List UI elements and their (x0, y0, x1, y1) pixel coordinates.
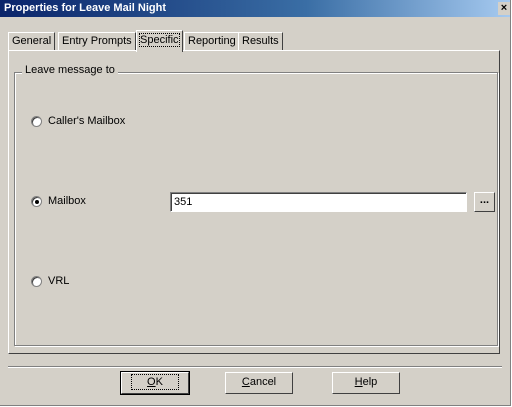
ok-button[interactable]: OK (120, 371, 190, 395)
ok-rest: K (155, 376, 163, 388)
properties-dialog: Properties for Leave Mail Night × Genera… (0, 0, 511, 406)
tab-general-label: General (12, 35, 52, 47)
close-button[interactable]: × (498, 2, 510, 15)
callers-mailbox-radio[interactable] (31, 115, 42, 127)
tab-specific-label: Specific (139, 33, 180, 47)
mailbox-option[interactable]: Mailbox (31, 193, 86, 209)
ok-button-label: OK (131, 374, 179, 390)
tab-reporting-label: Reporting (188, 35, 236, 47)
tab-results[interactable]: Results (238, 32, 283, 50)
leave-message-group-label: Leave message to (22, 64, 118, 76)
callers-mailbox-option[interactable]: Caller's Mailbox (31, 113, 125, 129)
callers-mailbox-label: Caller's Mailbox (48, 115, 126, 127)
cancel-button[interactable]: Cancel (225, 372, 293, 394)
help-button[interactable]: Help (332, 372, 400, 394)
mailbox-number-input[interactable] (170, 192, 467, 212)
vrl-radio[interactable] (31, 275, 42, 287)
cancel-mnemonic: C (241, 376, 250, 388)
tab-results-label: Results (242, 35, 279, 47)
help-rest: elp (362, 376, 378, 388)
tab-specific[interactable]: Specific (136, 30, 183, 52)
mailbox-radio[interactable] (31, 195, 42, 207)
window-title: Properties for Leave Mail Night (4, 2, 166, 14)
cancel-rest: ancel (249, 376, 277, 388)
browse-mailbox-button[interactable]: ... (474, 192, 495, 212)
vrl-label: VRL (48, 275, 70, 287)
mailbox-label: Mailbox (48, 195, 86, 207)
tab-entry-prompts-label: Entry Prompts (62, 35, 132, 47)
vrl-option[interactable]: VRL (31, 273, 69, 289)
tab-entry-prompts[interactable]: Entry Prompts (58, 32, 136, 50)
tab-general[interactable]: General (8, 32, 56, 50)
tab-reporting[interactable]: Reporting (184, 32, 240, 50)
help-mnemonic: H (354, 376, 363, 388)
ok-mnemonic: O (147, 376, 156, 388)
title-bar[interactable]: Properties for Leave Mail Night × (0, 0, 510, 17)
button-separator (8, 366, 502, 368)
